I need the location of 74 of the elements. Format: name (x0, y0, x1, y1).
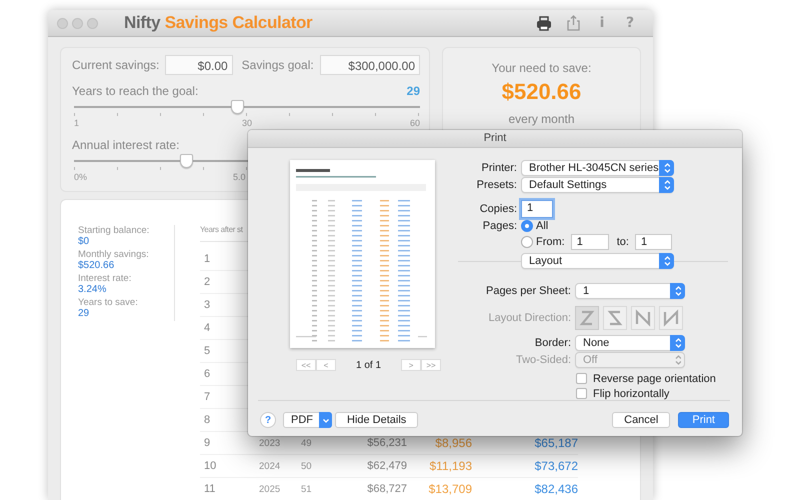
to-page-field[interactable]: 1 (634, 234, 672, 250)
table-cell: $68,727 (332, 478, 407, 500)
dialog-title: Print (248, 130, 742, 148)
field-label: Pages per Sheet: (484, 284, 572, 297)
table-cell: 10 (200, 455, 255, 478)
monthly-amount: $520.66 (502, 79, 582, 105)
table-cell: 50 (297, 455, 332, 478)
field-label: Printer: (480, 162, 518, 174)
print-icon[interactable] (536, 16, 552, 30)
table-cell: $62,479 (332, 455, 407, 478)
table-cell: 2024 (255, 455, 297, 478)
field-label: Two-Sided: (514, 354, 572, 366)
from-page-field[interactable]: 1 (570, 234, 609, 250)
hide-details-button[interactable]: Hide Details (335, 412, 418, 428)
result-period: every month (508, 112, 575, 126)
tick-label: 1 (74, 118, 80, 128)
slider-label: Years to reach the goal: (72, 84, 198, 98)
field-label: Copies: (478, 202, 518, 215)
copies-field[interactable]: 1 (521, 200, 553, 218)
tick-label: 30 (242, 118, 252, 128)
printer-select[interactable]: Brother HL-3045CN series (521, 160, 674, 176)
border-select[interactable]: None (575, 334, 685, 351)
summary-label: Years to save: (78, 297, 139, 308)
field-label: Presets: (476, 179, 518, 192)
page-count: 1 of 1 (356, 360, 382, 370)
field-label: Current savings: (72, 58, 160, 72)
stepper-icon (663, 162, 670, 174)
amount-field[interactable]: $0.00 (165, 55, 233, 75)
result-caption: Your need to save: (492, 61, 592, 75)
summary-value: $0 (78, 236, 90, 247)
tick-label: 5.0 (233, 172, 246, 182)
stepper-icon (674, 336, 681, 349)
stepper-icon (663, 179, 670, 192)
table-cell: 11 (200, 478, 255, 500)
section-select[interactable]: Layout (521, 253, 674, 270)
slider-label: Annual interest rate: (72, 138, 180, 152)
field-label: Border: (534, 336, 572, 349)
summary-label: Starting balance: (78, 225, 150, 236)
field-label: Savings goal: (242, 58, 314, 72)
field-label: Layout Direction: (487, 312, 572, 324)
slider-value: 29 (406, 84, 420, 98)
pages-per-sheet-select[interactable]: 1 (575, 282, 685, 299)
window-control[interactable] (72, 18, 83, 28)
summary-label: Interest rate: (78, 273, 132, 284)
app-title: Nifty Savings Calculator (124, 13, 312, 33)
table-cell: $11,193 (407, 455, 472, 478)
checkbox[interactable] (576, 373, 587, 384)
amount-field[interactable]: $300,000.00 (320, 55, 420, 75)
cancel-button[interactable]: Cancel (612, 412, 670, 428)
summary-value: 3.24% (78, 284, 108, 295)
checkbox[interactable] (576, 388, 587, 400)
tick-label: 0% (74, 172, 88, 182)
checkbox-label: Flip horizontally (593, 388, 670, 400)
tick-label: 60 (410, 118, 420, 128)
chevron-icon (322, 416, 330, 424)
stepper-icon (674, 354, 681, 366)
summary-label: Monthly savings: (78, 249, 150, 260)
summary-value: 29 (78, 308, 90, 319)
stepper-icon (663, 255, 670, 268)
field-label: to: (616, 236, 629, 248)
summary-value: $520.66 (78, 260, 116, 271)
table-cell: 2025 (255, 478, 297, 500)
window-control[interactable] (57, 18, 68, 28)
table-cell: $13,709 (407, 478, 472, 500)
stepper-icon (674, 284, 681, 297)
table-cell: $82,436 (472, 478, 578, 500)
table-cell: $73,672 (472, 455, 578, 478)
slider-thumb[interactable] (230, 100, 244, 114)
slider-thumb[interactable] (180, 154, 194, 168)
checkbox-label: Reverse page orientation (593, 372, 716, 385)
presets-select[interactable]: Default Settings (521, 177, 674, 194)
pdf-button[interactable]: PDF (283, 412, 332, 428)
table-cell: 51 (297, 478, 332, 500)
window-control[interactable] (87, 18, 98, 28)
